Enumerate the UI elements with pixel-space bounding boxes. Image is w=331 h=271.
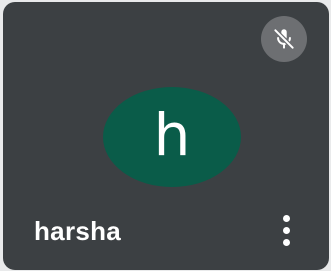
avatar: h (103, 87, 241, 187)
participant-tile[interactable]: h harsha (3, 2, 329, 270)
mic-off-icon (271, 26, 297, 52)
more-dot (282, 238, 290, 246)
avatar-initial: h (153, 101, 191, 169)
more-vert-icon (282, 214, 290, 246)
more-options-button[interactable] (269, 208, 303, 252)
participant-name: harsha (34, 216, 122, 246)
mic-off-badge (261, 16, 307, 62)
more-dot (282, 214, 290, 222)
more-dot (282, 226, 290, 234)
